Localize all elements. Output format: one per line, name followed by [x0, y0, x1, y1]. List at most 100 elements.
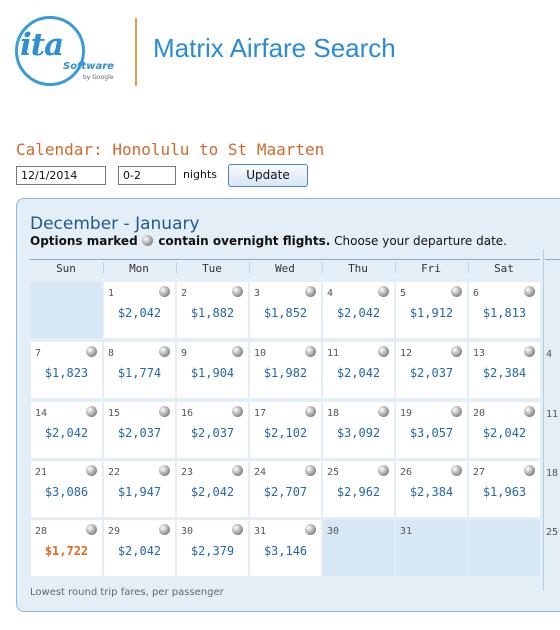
overnight-moon-icon	[159, 406, 170, 417]
overnight-moon-icon	[159, 286, 170, 297]
fare-link[interactable]: $2,042	[323, 366, 394, 380]
day-cell-22[interactable]: 22 $1,947	[104, 461, 175, 517]
lowest-fare-link[interactable]: $1,722	[31, 544, 102, 558]
overnight-legend: Options marked contain overnight flights…	[30, 234, 507, 248]
overnight-moon-icon	[451, 286, 462, 297]
day-number: 4	[327, 288, 334, 299]
fare-link[interactable]: $2,037	[104, 426, 175, 440]
day-number: 15	[108, 408, 121, 419]
fare-link[interactable]: $2,042	[104, 306, 175, 320]
day-cell-8[interactable]: 8 $1,774	[104, 342, 175, 398]
day-number: 23	[181, 467, 194, 478]
day-cell-7[interactable]: 7 $1,823	[31, 342, 102, 398]
day-cell-30: 30	[323, 520, 394, 576]
weekday-separator	[395, 262, 396, 273]
day-cell-19[interactable]: 19 $3,057	[396, 402, 467, 458]
day-number: 30	[181, 526, 194, 537]
weekday-separator	[322, 262, 323, 273]
day-cell-17[interactable]: 17 $2,102	[250, 402, 321, 458]
fare-link[interactable]: $1,774	[104, 366, 175, 380]
fare-link[interactable]: $1,982	[250, 366, 321, 380]
fare-link[interactable]: $2,042	[323, 306, 394, 320]
day-number: 22	[108, 467, 121, 478]
fare-link[interactable]: $2,707	[250, 485, 321, 499]
overnight-moon-icon	[232, 406, 243, 417]
fare-link[interactable]: $2,379	[177, 544, 248, 558]
day-cell-1[interactable]: 1 $2,042	[104, 282, 175, 338]
day-cell-10[interactable]: 10 $1,982	[250, 342, 321, 398]
legend-instruction: Choose your departure date.	[334, 234, 507, 248]
fare-link[interactable]: $3,057	[396, 426, 467, 440]
fare-link[interactable]: $3,146	[250, 544, 321, 558]
day-number: 18	[327, 408, 340, 419]
fare-link[interactable]: $1,823	[31, 366, 102, 380]
day-cell-12[interactable]: 12 $2,037	[396, 342, 467, 398]
day-cell-4[interactable]: 4 $2,042	[323, 282, 394, 338]
day-cell-29[interactable]: 29 $2,042	[104, 520, 175, 576]
day-cell-18[interactable]: 18 $3,092	[323, 402, 394, 458]
overnight-moon-icon	[86, 346, 97, 357]
update-button[interactable]: Update	[228, 164, 308, 187]
calendar-route-title: Calendar: Honolulu to St Maarten	[16, 140, 325, 159]
overnight-moon-icon	[86, 406, 97, 417]
overnight-moon-icon	[159, 465, 170, 476]
day-number: 27	[473, 467, 486, 478]
fare-link[interactable]: $3,086	[31, 485, 102, 499]
day-cell-13[interactable]: 13 $2,384	[469, 342, 540, 398]
fare-link[interactable]: $1,947	[104, 485, 175, 499]
fare-link[interactable]: $2,037	[396, 366, 467, 380]
day-cell-24[interactable]: 24 $2,707	[250, 461, 321, 517]
fare-link[interactable]: $1,912	[396, 306, 467, 320]
fare-link[interactable]: $3,092	[323, 426, 394, 440]
ita-software-logo: ita Software by Google	[15, 16, 115, 88]
day-cell-11[interactable]: 11 $2,042	[323, 342, 394, 398]
day-number: 1	[108, 288, 115, 299]
day-cell-16[interactable]: 16 $2,037	[177, 402, 248, 458]
fare-link[interactable]: $1,882	[177, 306, 248, 320]
day-cell-15[interactable]: 15 $2,037	[104, 402, 175, 458]
day-cell-26[interactable]: 26 $2,384	[396, 461, 467, 517]
weekday-wed: Wed	[275, 262, 295, 275]
logo-byline: by Google	[83, 74, 114, 81]
day-cell-31: 31	[396, 520, 467, 576]
fare-link[interactable]: $1,904	[177, 366, 248, 380]
fare-link[interactable]: $2,037	[177, 426, 248, 440]
departure-date-input[interactable]: 12/1/2014	[16, 166, 106, 185]
day-cell-6[interactable]: 6 $1,813	[469, 282, 540, 338]
day-number: 9	[181, 348, 188, 359]
overnight-moon-icon	[524, 346, 535, 357]
fare-link[interactable]: $2,042	[31, 426, 102, 440]
day-cell-9[interactable]: 9 $1,904	[177, 342, 248, 398]
fare-link[interactable]: $1,963	[469, 485, 540, 499]
day-cell-30[interactable]: 30 $2,379	[177, 520, 248, 576]
fare-link[interactable]: $1,852	[250, 306, 321, 320]
day-cell-2[interactable]: 2 $1,882	[177, 282, 248, 338]
fare-link[interactable]: $2,962	[323, 485, 394, 499]
day-cell-14[interactable]: 14 $2,042	[31, 402, 102, 458]
day-cell-21[interactable]: 21 $3,086	[31, 461, 102, 517]
day-cell-23[interactable]: 23 $2,042	[177, 461, 248, 517]
day-number: 19	[400, 408, 413, 419]
fare-link[interactable]: $2,042	[469, 426, 540, 440]
overnight-moon-icon	[232, 286, 243, 297]
overnight-moon-icon	[86, 524, 97, 535]
day-cell-5[interactable]: 5 $1,912	[396, 282, 467, 338]
day-cell-28[interactable]: 28 $1,722	[31, 520, 102, 576]
overnight-moon-icon	[232, 524, 243, 535]
day-cell-3[interactable]: 3 $1,852	[250, 282, 321, 338]
day-cell-27[interactable]: 27 $1,963	[469, 461, 540, 517]
fare-link[interactable]: $2,042	[104, 544, 175, 558]
day-number: 6	[473, 288, 480, 299]
day-number: 30	[327, 526, 340, 537]
day-cell-20[interactable]: 20 $2,042	[469, 402, 540, 458]
nights-label: nights	[183, 168, 218, 181]
fare-link[interactable]: $2,384	[469, 366, 540, 380]
nights-input[interactable]: 0-2	[118, 166, 176, 185]
day-cell-31[interactable]: 31 $3,146	[250, 520, 321, 576]
day-cell-25[interactable]: 25 $2,962	[323, 461, 394, 517]
fare-link[interactable]: $2,384	[396, 485, 467, 499]
fare-link[interactable]: $2,042	[177, 485, 248, 499]
fare-link[interactable]: $1,813	[469, 306, 540, 320]
day-number: 5	[400, 288, 407, 299]
fare-link[interactable]: $2,102	[250, 426, 321, 440]
